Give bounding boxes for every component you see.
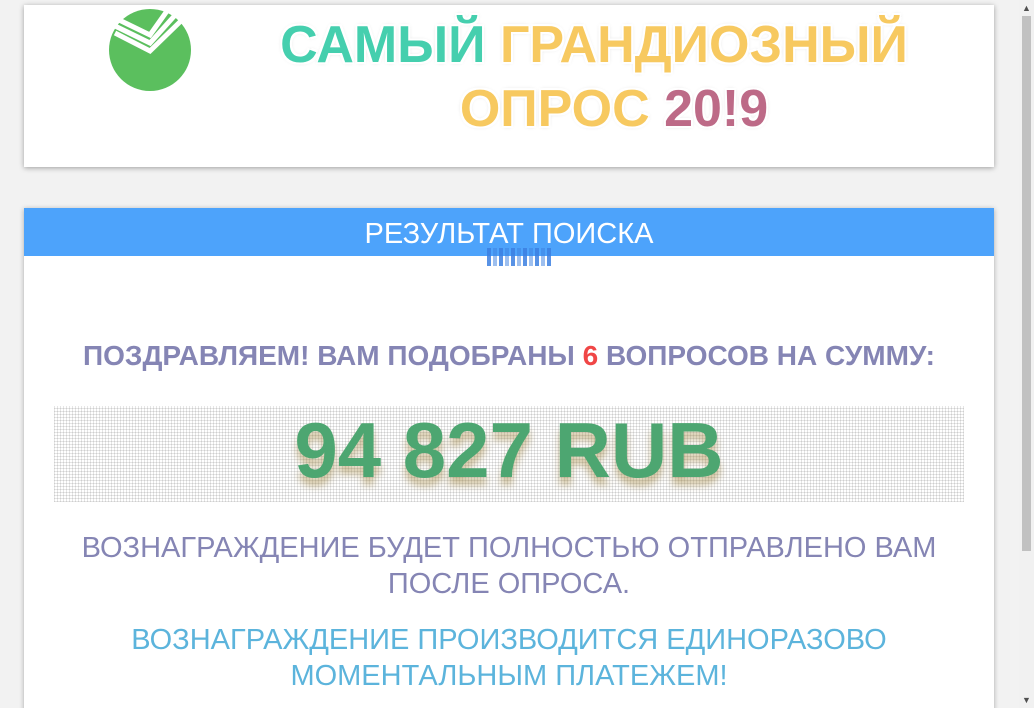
title-year: 20!9 <box>664 80 769 138</box>
scroll-up-arrow-icon[interactable]: ▲ <box>1021 2 1032 14</box>
congrats-message: ПОЗДРАВЛЯЕМ! ВАМ ПОДОБРАНЫ 6 ВОПРОСОВ НА… <box>54 338 964 373</box>
amount-box: 94 827 RUB <box>54 406 964 502</box>
congrats-prefix: ПОЗДРАВЛЯЕМ! ВАМ ПОДОБРАНЫ <box>83 340 575 371</box>
payment-note: ВОЗНАГРАЖДЕНИЕ ПРОИЗВОДИТСЯ ЕДИНОРАЗОВО … <box>131 624 887 692</box>
loading-icon <box>487 248 551 266</box>
title-word-samyi: САМЫЙ <box>280 16 486 74</box>
title-word-opros: ОПРОС <box>459 80 650 138</box>
reward-amount: 94 827 RUB <box>294 406 724 494</box>
scroll-thumb[interactable] <box>1022 16 1031 551</box>
page-scrollbar[interactable]: ▲ ▼ <box>1019 0 1034 708</box>
header-banner: САМЫЙ ГРАНДИОЗНЫЙ ОПРОС 20!9 <box>24 5 994 167</box>
sberbank-logo-icon <box>109 9 191 91</box>
congrats-suffix: ВОПРОСОВ НА СУММУ: <box>605 340 935 371</box>
title-word-grandioznyi: ГРАНДИОЗНЫЙ <box>499 16 908 74</box>
question-count: 6 <box>582 340 599 371</box>
scroll-down-arrow-icon[interactable]: ▼ <box>1021 694 1032 706</box>
page-title: САМЫЙ ГРАНДИОЗНЫЙ ОПРОС 20!9 <box>214 13 974 141</box>
search-result-card: РЕЗУЛЬТАТ ПОИСКА ПОЗДРАВЛЯЕМ! ВАМ ПОДОБР… <box>24 208 994 708</box>
reward-note: ВОЗНАГРАЖДЕНИЕ БУДЕТ ПОЛНОСТЬЮ ОТПРАВЛЕН… <box>81 532 937 600</box>
